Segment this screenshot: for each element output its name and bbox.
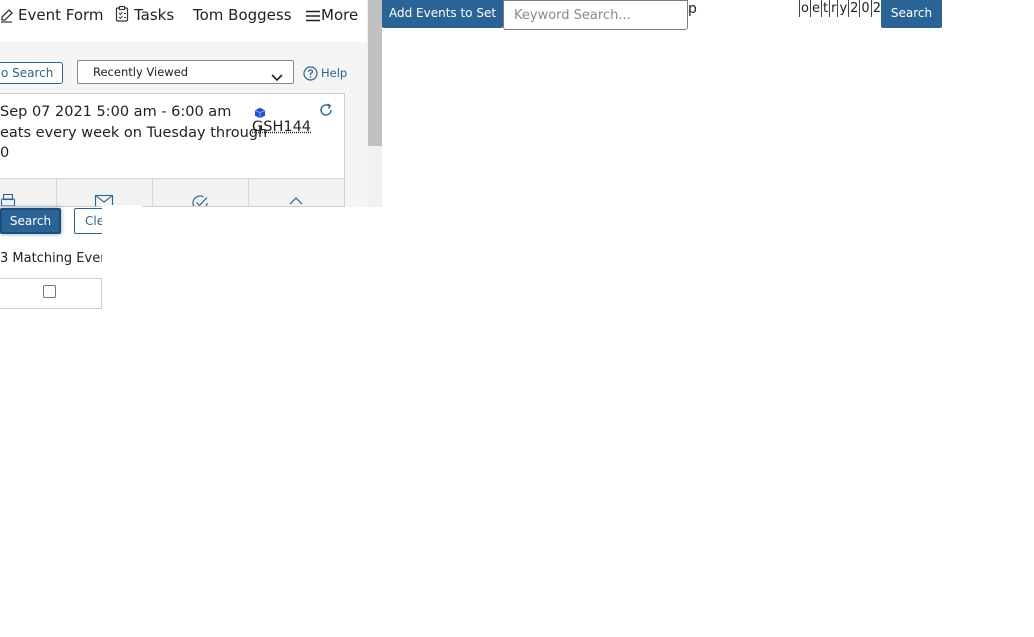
- user-name: Tom Boggess: [193, 6, 292, 24]
- print-icon: [0, 193, 16, 206]
- toolbar-search-label: Search: [890, 6, 933, 20]
- search-button-label: Search: [9, 214, 52, 228]
- go-to-search-label: o Search: [1, 66, 54, 80]
- help-circle-icon: [303, 66, 321, 81]
- refresh-icon[interactable]: [318, 102, 334, 122]
- nav-tasks-label: Tasks: [134, 6, 175, 24]
- stray-text: p: [688, 1, 697, 17]
- stray-char: y: [837, 0, 848, 17]
- clipboard-icon: [114, 5, 134, 24]
- go-to-search-button[interactable]: o Search: [0, 62, 63, 84]
- stray-char: o: [799, 0, 809, 17]
- recently-viewed-select[interactable]: Recently Viewed: [77, 60, 294, 84]
- toolbar-search-button[interactable]: Search: [881, 0, 942, 28]
- nav-event-form-label: Event Form: [18, 6, 104, 24]
- stray-char: 0: [859, 0, 870, 17]
- check-circle-icon: [192, 195, 208, 206]
- stray-char: 2: [848, 0, 859, 17]
- recently-viewed-value: Recently Viewed: [93, 65, 189, 79]
- help-label: Help: [321, 66, 348, 80]
- event-card: Sep 07 2021 5:00 am - 6:00 am eats every…: [0, 93, 345, 207]
- event-actions: [0, 178, 344, 206]
- nav-tasks[interactable]: Tasks: [114, 5, 174, 25]
- stray-char: e: [809, 0, 820, 17]
- nav-user[interactable]: Tom Boggess: [193, 5, 292, 25]
- event-location[interactable]: GSH144: [252, 119, 311, 135]
- email-action[interactable]: [56, 179, 153, 206]
- chevron-up-icon: [289, 197, 303, 205]
- clip-mask: [102, 205, 142, 315]
- collapse-action[interactable]: [248, 179, 344, 206]
- edit-icon: [0, 6, 18, 24]
- event-date-time: Sep 07 2021 5:00 am - 6:00 am: [0, 104, 232, 120]
- stray-char: t: [820, 0, 829, 17]
- chevron-down-icon: [271, 67, 283, 89]
- stray-character-row: o e t r y 2 0 2 1: [799, 0, 893, 17]
- left-scrollbar-thumb[interactable]: [368, 0, 382, 146]
- event-recurrence-end: 0: [0, 145, 10, 161]
- nav-more[interactable]: More: [305, 5, 358, 25]
- search-button[interactable]: Search: [0, 208, 61, 234]
- nav-event-form[interactable]: Event Form: [0, 5, 104, 25]
- top-nav: Event Form Tasks Tom Boggess More: [0, 0, 367, 42]
- screen: Event Form Tasks Tom Boggess More o Sear…: [0, 0, 1034, 637]
- event-recurrence: eats every week on Tuesday through: [0, 125, 268, 141]
- print-action[interactable]: [0, 179, 57, 206]
- left-panel: Event Form Tasks Tom Boggess More o Sear…: [0, 0, 382, 207]
- complete-action[interactable]: [152, 179, 249, 206]
- help-link[interactable]: Help: [303, 66, 347, 81]
- select-all-checkbox[interactable]: [43, 285, 56, 298]
- add-events-to-set-button[interactable]: Add Events to Set: [382, 0, 503, 28]
- stray-char: r: [829, 0, 837, 17]
- add-events-label: Add Events to Set: [388, 6, 497, 20]
- select-all-cell: [0, 278, 102, 309]
- keyword-search-input[interactable]: [503, 0, 688, 30]
- nav-more-label: More: [321, 6, 359, 24]
- matching-events-count: 3 Matching Even: [0, 251, 109, 266]
